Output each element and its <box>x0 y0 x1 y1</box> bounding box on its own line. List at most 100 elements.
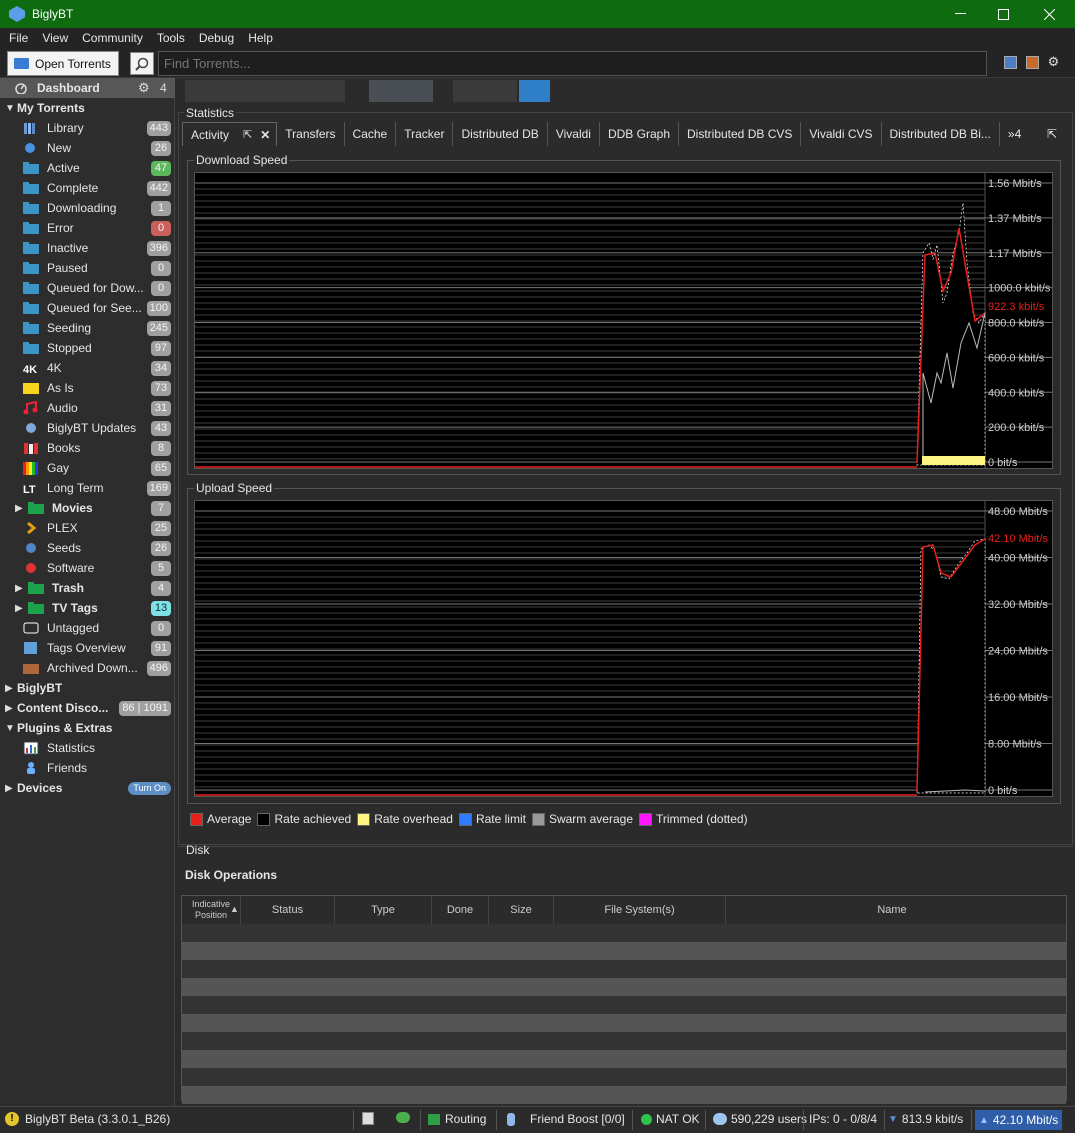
sidebar-item-seeding[interactable]: Seeding 245 <box>0 318 175 338</box>
sidebar-item-as-is[interactable]: As Is 73 <box>0 378 175 398</box>
table-row[interactable] <box>182 1068 1066 1086</box>
section-biglybt[interactable]: ▶ BiglyBT <box>0 678 175 698</box>
menu-view[interactable]: View <box>35 31 75 45</box>
sidebar-item-error[interactable]: Error 0 <box>0 218 175 238</box>
sidebar-item-downloading[interactable]: Downloading 1 <box>0 198 175 218</box>
menu-debug[interactable]: Debug <box>192 31 241 45</box>
column-status[interactable]: Status <box>241 896 335 924</box>
users-status[interactable]: 590,229 users <box>713 1112 807 1126</box>
sidebar-item-books[interactable]: Books 8 <box>0 438 175 458</box>
sidebar-item-queued-for-see[interactable]: Queued for See... 100 <box>0 298 175 318</box>
sidebar-item-complete[interactable]: Complete 442 <box>0 178 175 198</box>
sidebar-item-software[interactable]: Software 5 <box>0 558 175 578</box>
menu-tools[interactable]: Tools <box>150 31 192 45</box>
tab-activity[interactable]: Activity ⇱ ✕ <box>182 122 278 146</box>
sidebar-item-trash[interactable]: ▶ Trash 4 <box>0 578 175 598</box>
table-row[interactable] <box>182 978 1066 996</box>
table-row[interactable] <box>182 1032 1066 1050</box>
sidebar-item-new[interactable]: New 26 <box>0 138 175 158</box>
sidebar-item-stopped[interactable]: Stopped 97 <box>0 338 175 358</box>
menu-help[interactable]: Help <box>241 31 280 45</box>
view-mode-buttons[interactable] <box>369 80 433 102</box>
chat-icon[interactable] <box>396 1112 410 1123</box>
column-file-systems[interactable]: File System(s) <box>554 896 726 924</box>
tab-vivaldi-cvs[interactable]: Vivaldi CVS <box>801 122 882 146</box>
download-rate-status[interactable]: ▼ 813.9 kbit/s <box>888 1112 963 1126</box>
tab-vivaldi[interactable]: Vivaldi <box>547 122 600 146</box>
maximize-button[interactable] <box>980 0 1026 28</box>
folder-icon <box>23 182 39 194</box>
popout-window-icon[interactable]: ⇱ <box>1047 127 1057 141</box>
tab-tracker[interactable]: Tracker <box>396 122 454 146</box>
sidebar-item-label: Active <box>47 161 80 175</box>
table-row[interactable] <box>182 1050 1066 1068</box>
section-plugins[interactable]: ▼ Plugins & Extras <box>0 718 175 738</box>
sidebar-item-movies[interactable]: ▶ Movies 7 <box>0 498 175 518</box>
close-button[interactable] <box>1026 0 1072 28</box>
sidebar-item-4k[interactable]: 4K 4K 34 <box>0 358 175 378</box>
log-icon[interactable] <box>362 1112 374 1125</box>
sidebar-item-plex[interactable]: PLEX 25 <box>0 518 175 538</box>
table-row[interactable] <box>182 960 1066 978</box>
torrent-control-buttons[interactable] <box>185 80 345 102</box>
sidebar-item-queued-for-dow[interactable]: Queued for Dow... 0 <box>0 278 175 298</box>
sidebar-item-long-term[interactable]: LT Long Term 169 <box>0 478 175 498</box>
nat-status[interactable]: NAT OK <box>641 1112 700 1126</box>
table-row[interactable] <box>182 924 1066 942</box>
window-layout-icon[interactable] <box>1004 56 1017 69</box>
tab-ddb-graph[interactable]: DDB Graph <box>599 122 679 146</box>
sidebar-item-seeds[interactable]: Seeds 26 <box>0 538 175 558</box>
upload-rate-status[interactable]: ▲ 42.10 Mbit/s <box>975 1110 1063 1130</box>
menu-file[interactable]: File <box>2 31 35 45</box>
routing-status[interactable]: Routing <box>428 1112 486 1126</box>
sidebar-item-active[interactable]: Active 47 <box>0 158 175 178</box>
tab-cache[interactable]: Cache <box>344 122 397 146</box>
turn-on-button[interactable]: Turn On <box>128 781 171 795</box>
sidebar-item-dashboard[interactable]: Dashboard ⚙ 4 <box>0 78 175 98</box>
open-torrents-button[interactable]: Open Torrents <box>7 51 119 76</box>
sidebar-item-statistics[interactable]: Statistics <box>0 738 175 758</box>
table-row[interactable] <box>182 942 1066 960</box>
close-tab-icon[interactable]: ✕ <box>260 128 270 142</box>
section-my-torrents[interactable]: ▼ My Torrents <box>0 98 175 118</box>
refresh-help-buttons[interactable] <box>453 80 517 102</box>
gear-icon[interactable]: ⚙ <box>1047 54 1060 69</box>
tab-distributed-db[interactable]: Distributed DB <box>453 122 548 146</box>
column-type[interactable]: Type <box>335 896 432 924</box>
sidebar-item-audio[interactable]: Audio 31 <box>0 398 175 418</box>
friend-boost-status[interactable]: Friend Boost [0/0] <box>507 1112 625 1126</box>
sidebar-item-archived-down[interactable]: Archived Down... 496 <box>0 658 175 678</box>
menu-community[interactable]: Community <box>75 31 150 45</box>
music-icon <box>23 401 38 415</box>
table-row[interactable] <box>182 996 1066 1014</box>
ips-status[interactable]: IPs: 0 - 0/8/4 <box>809 1112 877 1126</box>
section-devices[interactable]: ▶ Devices Turn On <box>0 778 175 798</box>
search-button[interactable] <box>130 52 154 75</box>
popout-icon[interactable]: ⇱ <box>243 128 252 141</box>
column-name[interactable]: Name <box>726 896 1058 924</box>
sidebar-item-tags-overview[interactable]: Tags Overview 91 <box>0 638 175 658</box>
minimize-button[interactable] <box>937 0 983 28</box>
tab-distributed-db-bi[interactable]: Distributed DB Bi... <box>881 122 1000 146</box>
sidebar-item-inactive[interactable]: Inactive 396 <box>0 238 175 258</box>
more-tabs-button[interactable]: »4 <box>999 122 1030 146</box>
sidebar-item-friends[interactable]: Friends <box>0 758 175 778</box>
sidebar-item-tv-tags[interactable]: ▶ TV Tags 13 <box>0 598 175 618</box>
sidebar-toggle-button[interactable] <box>519 80 550 102</box>
table-row[interactable] <box>182 1086 1066 1104</box>
sidebar-item-gay[interactable]: Gay 65 <box>0 458 175 478</box>
tab-distributed-db-cvs[interactable]: Distributed DB CVS <box>679 122 802 146</box>
sidebar-item-paused[interactable]: Paused 0 <box>0 258 175 278</box>
chart-icon[interactable] <box>1026 56 1039 69</box>
version-status[interactable]: ! BiglyBT Beta (3.3.0.1_B26) <box>5 1112 170 1126</box>
sidebar-item-untagged[interactable]: Untagged 0 <box>0 618 175 638</box>
search-input[interactable] <box>158 51 987 76</box>
section-content-discovery[interactable]: ▶ Content Disco... 86 | 1091 <box>0 698 175 718</box>
dashboard-gear-icon[interactable]: ⚙ <box>138 80 150 96</box>
sidebar-item-library[interactable]: Library 443 <box>0 118 175 138</box>
tab-transfers[interactable]: Transfers <box>277 122 345 146</box>
column-size[interactable]: Size <box>489 896 554 924</box>
table-row[interactable] <box>182 1014 1066 1032</box>
sidebar-item-biglybt-updates[interactable]: BiglyBT Updates 43 <box>0 418 175 438</box>
column-done[interactable]: Done <box>432 896 489 924</box>
